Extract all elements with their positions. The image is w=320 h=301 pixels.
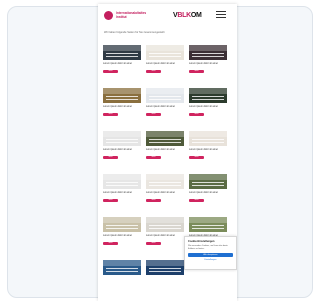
menu-icon[interactable] (216, 11, 226, 18)
tile-thumbnail[interactable] (189, 174, 227, 189)
intro-text: Wir haben folgende Seiten für Sie zusamm… (104, 31, 165, 34)
tile-caption: Lorem ipsum dolor sit amet (103, 191, 132, 194)
page-tile[interactable]: Lorem ipsum dolor sit amet Mehr (189, 170, 227, 210)
tile-thumbnail[interactable] (146, 131, 184, 146)
page-tile[interactable]: Lorem ipsum dolor sit amet Mehr (189, 84, 227, 124)
tile-thumbnail[interactable] (189, 217, 227, 232)
cookie-text: Wir verwenden Cookies, um Ihnen das best… (188, 245, 228, 250)
wordmark-suffix: OM (190, 12, 202, 19)
tile-thumbnail[interactable] (103, 131, 141, 146)
tile-caption: Lorem ipsum dolor sit amet (146, 191, 175, 194)
tile-caption: Lorem ipsum dolor sit amet (189, 148, 218, 151)
cookie-accept-button[interactable]: Alle akzeptieren (188, 253, 233, 258)
cookie-settings-link[interactable]: Einstellungen (188, 259, 233, 261)
brand-wordmark[interactable]: VBLKOM (173, 12, 202, 19)
tile-caption: Lorem ipsum dolor sit amet (146, 105, 175, 108)
tile-more-button[interactable]: Mehr (189, 113, 204, 117)
tile-more-button[interactable]: Mehr (189, 70, 204, 74)
tile-caption: Lorem ipsum dolor sit amet (103, 62, 132, 65)
tile-more-button[interactable]: Mehr (146, 113, 161, 117)
wordmark-accent: BLK (177, 12, 191, 19)
page-tile[interactable]: Lorem ipsum dolor sit amet Mehr (146, 170, 184, 210)
tile-caption: Lorem ipsum dolor sit amet (189, 105, 218, 108)
tile-thumbnail[interactable] (189, 45, 227, 60)
page-tile[interactable]: Lorem ipsum dolor sit amet Mehr (146, 127, 184, 167)
tile-caption: Lorem ipsum dolor sit amet (146, 62, 175, 65)
tile-more-button[interactable]: Mehr (189, 156, 204, 160)
tile-thumbnail[interactable] (189, 131, 227, 146)
tile-thumbnail[interactable] (146, 174, 184, 189)
tile-more-button[interactable]: Mehr (103, 113, 118, 117)
tile-caption: Lorem ipsum dolor sit amet (103, 148, 132, 151)
page-tile[interactable]: Lorem ipsum dolor sit amet Mehr (189, 127, 227, 167)
tile-more-button[interactable]: Mehr (103, 242, 118, 246)
tile-thumbnail[interactable] (189, 88, 227, 103)
site-header: Internationalaltaltes Institut VBLKOM (98, 4, 237, 26)
page-tile[interactable]: Lorem ipsum dolor sit amet Mehr (103, 170, 141, 210)
tile-thumbnail[interactable] (103, 217, 141, 232)
tile-more-button[interactable]: Mehr (146, 242, 161, 246)
tile-thumbnail[interactable] (103, 260, 141, 275)
tile-caption: Lorem ipsum dolor sit amet (146, 234, 175, 237)
tile-more-button[interactable]: Mehr (103, 199, 118, 203)
tile-caption: Lorem ipsum dolor sit amet (189, 62, 218, 65)
webpage-preview: Internationalaltaltes Institut VBLKOM Wi… (98, 4, 237, 301)
page-tile[interactable] (103, 256, 141, 296)
page-tile[interactable]: Lorem ipsum dolor sit amet Mehr (103, 84, 141, 124)
tile-more-button[interactable]: Mehr (189, 199, 204, 203)
page-tile[interactable]: Lorem ipsum dolor sit amet Mehr (146, 84, 184, 124)
cookie-title: Cookie-Einstellungen (188, 240, 215, 243)
tile-caption: Lorem ipsum dolor sit amet (146, 148, 175, 151)
tile-caption: Lorem ipsum dolor sit amet (103, 234, 132, 237)
tile-caption: Lorem ipsum dolor sit amet (189, 191, 218, 194)
tile-more-button[interactable]: Mehr (103, 70, 118, 74)
tile-thumbnail[interactable] (146, 45, 184, 60)
tile-thumbnail[interactable] (146, 88, 184, 103)
tile-thumbnail[interactable] (146, 217, 184, 232)
tile-thumbnail[interactable] (103, 174, 141, 189)
page-tile[interactable]: Lorem ipsum dolor sit amet Mehr (103, 41, 141, 81)
org-name: Internationalaltaltes Institut (116, 11, 147, 19)
tile-thumbnail[interactable] (146, 260, 184, 275)
page-tile[interactable]: Lorem ipsum dolor sit amet Mehr (146, 213, 184, 253)
tile-more-button[interactable]: Mehr (146, 199, 161, 203)
tile-more-button[interactable]: Mehr (103, 156, 118, 160)
page-tile[interactable]: Lorem ipsum dolor sit amet Mehr (103, 213, 141, 253)
tile-caption: Lorem ipsum dolor sit amet (103, 105, 132, 108)
tile-more-button[interactable]: Mehr (146, 156, 161, 160)
tile-thumbnail[interactable] (103, 45, 141, 60)
page-tile[interactable]: Lorem ipsum dolor sit amet Mehr (189, 41, 227, 81)
page-tile[interactable]: Lorem ipsum dolor sit amet Mehr (146, 41, 184, 81)
page-tile[interactable]: Lorem ipsum dolor sit amet Mehr (103, 127, 141, 167)
cookie-banner: Cookie-Einstellungen Wir verwenden Cooki… (184, 236, 237, 270)
tile-more-button[interactable]: Mehr (146, 70, 161, 74)
logo-icon[interactable] (104, 11, 113, 20)
tile-thumbnail[interactable] (103, 88, 141, 103)
page-tile[interactable] (146, 256, 184, 296)
